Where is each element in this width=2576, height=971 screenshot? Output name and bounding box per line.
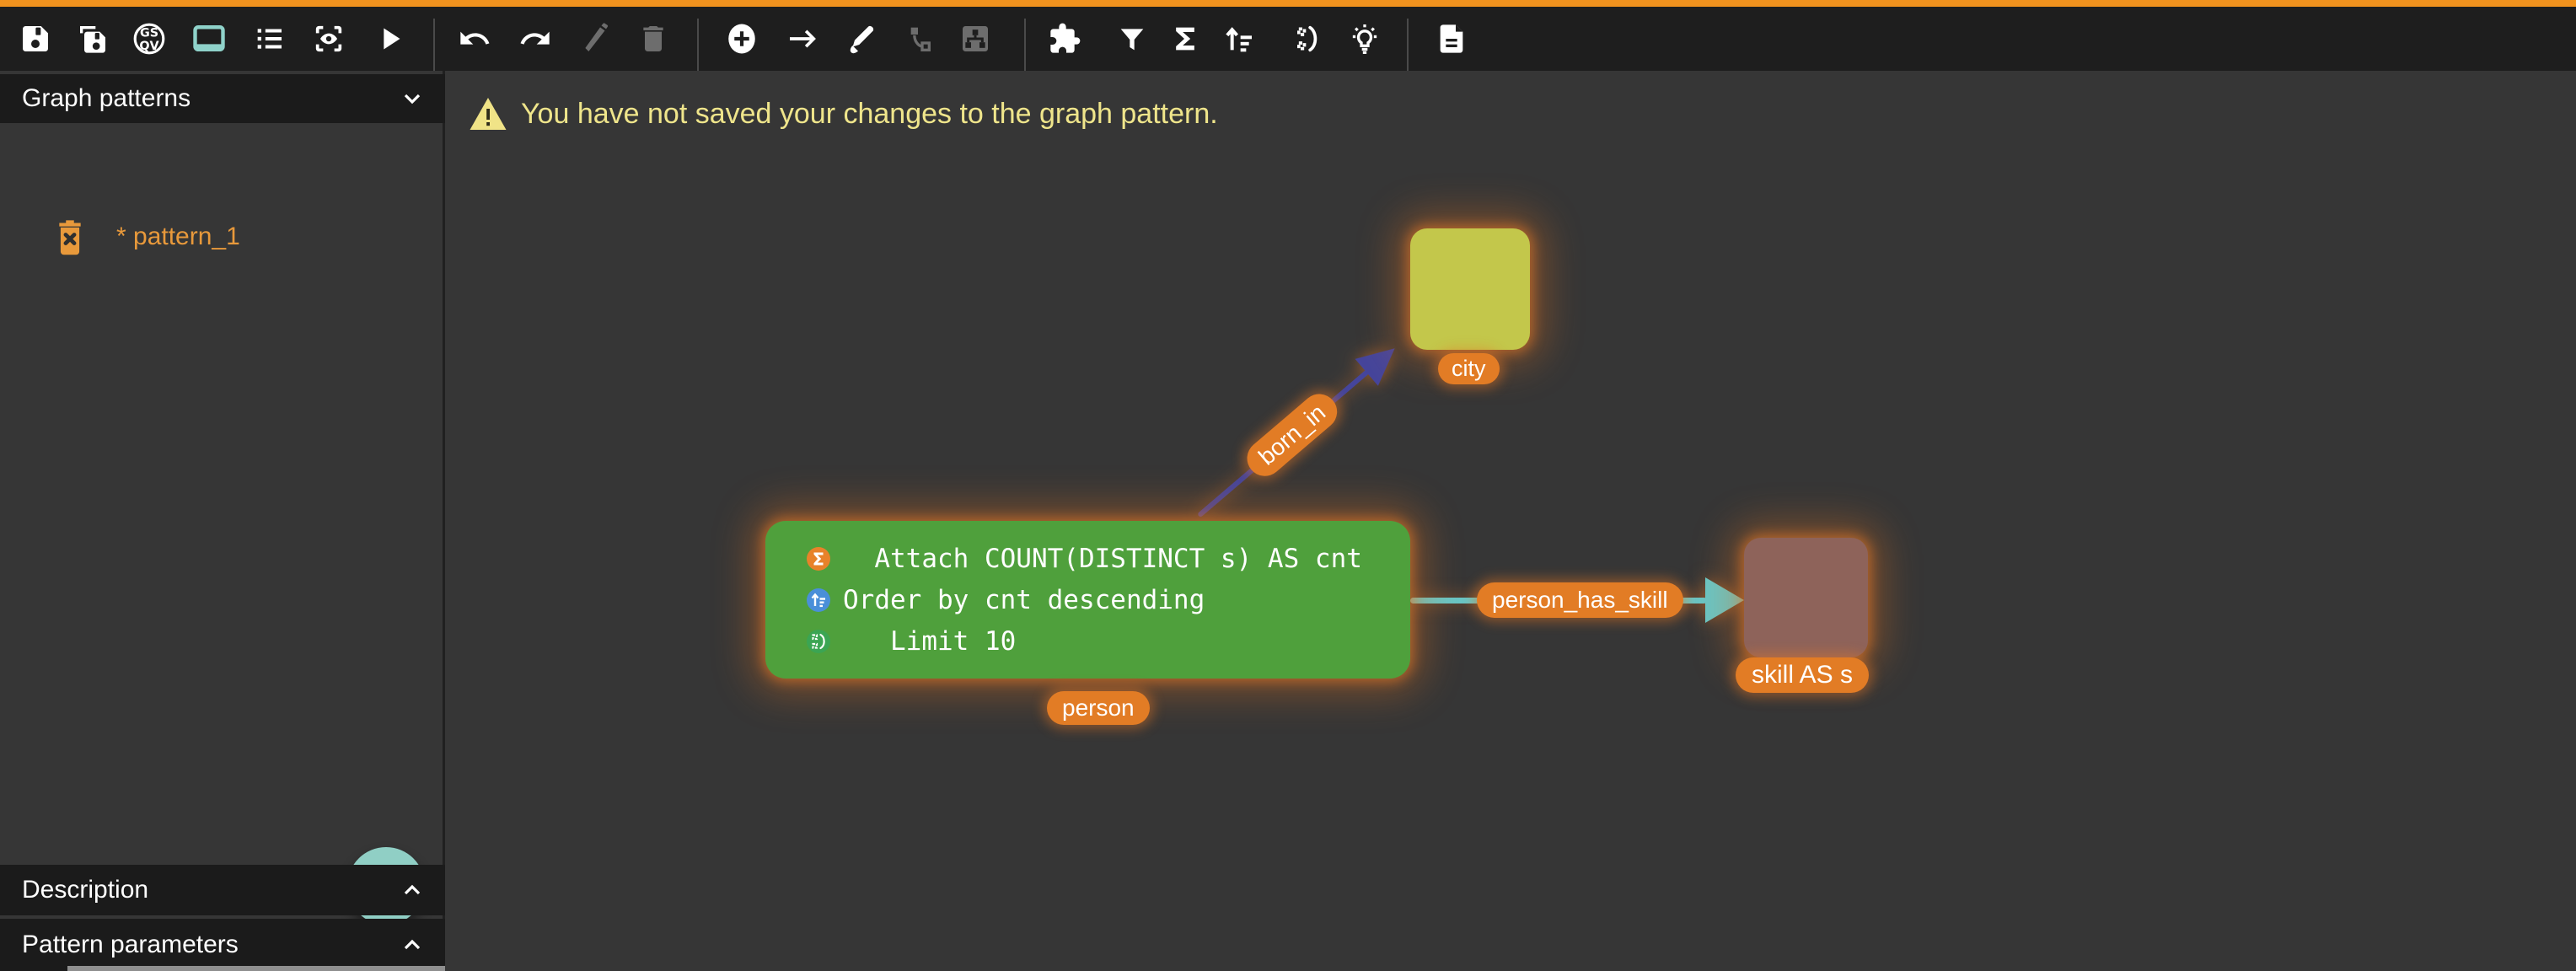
sort-icon (1222, 22, 1256, 56)
plugin-puzzle-icon (1048, 22, 1081, 56)
warning-icon (469, 96, 507, 131)
chevron-up-icon (400, 879, 425, 901)
edge-arrowhead (1705, 577, 1744, 623)
undo-button[interactable] (448, 13, 501, 65)
node-person[interactable]: Attach COUNT(DISTINCT s) AS cnt Order by… (765, 521, 1410, 679)
add-edge-button[interactable] (776, 13, 829, 65)
limit-badge-icon (806, 629, 831, 654)
add-edge-icon (786, 22, 819, 56)
edit-icon (578, 22, 612, 56)
aggregate-sigma-button[interactable] (1159, 13, 1211, 65)
save-all-button[interactable] (67, 13, 119, 65)
node-skill[interactable] (1744, 538, 1868, 657)
undo-icon (458, 22, 491, 56)
svg-text:GS: GS (140, 27, 158, 40)
document-icon (1435, 22, 1468, 56)
limit-transform-button[interactable] (1280, 13, 1333, 65)
gv-logo-button[interactable]: GSQV (123, 13, 175, 65)
layout-tree-button[interactable] (949, 13, 1001, 65)
layout-tree-icon (958, 22, 992, 56)
chevron-up-icon (400, 934, 425, 956)
bezier-edge-icon (901, 22, 935, 56)
run-icon (373, 22, 406, 56)
node-rule-text: Attach COUNT(DISTINCT s) AS cnt (843, 544, 1362, 574)
run-button[interactable] (363, 13, 416, 65)
graph-canvas[interactable]: You have not saved your changes to the g… (448, 71, 2576, 971)
edge-label-person-has-skill[interactable]: person_has_skill (1477, 582, 1683, 618)
toolbar-divider (433, 19, 435, 71)
screen-view-button[interactable] (183, 13, 235, 65)
sort-badge-icon (806, 587, 831, 613)
node-label-text: city (1452, 356, 1486, 382)
gv-logo-icon: GSQV (131, 21, 167, 56)
svg-text:QV: QV (139, 40, 159, 53)
chevron-down-icon (400, 88, 425, 110)
ink-pen-button[interactable] (835, 13, 887, 65)
description-title: Description (22, 876, 148, 904)
node-rule-text: Order by cnt descending (843, 585, 1205, 615)
toolbar-divider (1407, 19, 1409, 71)
delete-icon (636, 22, 670, 56)
redo-button[interactable] (509, 13, 561, 65)
idea-bulb-icon (1348, 22, 1382, 56)
top-accent-bar (0, 0, 2576, 7)
pattern-parameters-title: Pattern parameters (22, 931, 239, 959)
redo-icon (518, 22, 552, 56)
filter-button[interactable] (1106, 13, 1158, 65)
bezier-edge-button[interactable] (892, 13, 944, 65)
node-rule-text: Limit 10 (843, 626, 1016, 657)
add-node-icon (724, 20, 759, 57)
list-view-button[interactable] (243, 13, 295, 65)
list-view-icon (252, 22, 286, 56)
edge-label-text: born_in (1253, 400, 1331, 471)
description-header[interactable]: Description (0, 865, 445, 915)
aggregate-sigma-badge-icon (806, 546, 831, 571)
unsaved-warning: You have not saved your changes to the g… (469, 96, 1218, 131)
pattern-parameters-header[interactable]: Pattern parameters (0, 919, 445, 971)
idea-bulb-button[interactable] (1339, 13, 1391, 65)
node-rule-row: Order by cnt descending (806, 583, 1410, 617)
save-button[interactable] (9, 13, 62, 65)
add-node-button[interactable] (716, 13, 768, 65)
graph-patterns-header[interactable]: Graph patterns (0, 74, 445, 123)
screen-view-icon (191, 20, 228, 57)
node-city[interactable] (1410, 228, 1530, 350)
panel-resize-strip[interactable] (67, 966, 445, 971)
node-rule-row: Attach COUNT(DISTINCT s) AS cnt (806, 542, 1410, 576)
aggregate-sigma-icon (1168, 22, 1202, 56)
limit-transform-icon (1290, 22, 1323, 56)
node-rule-row: Limit 10 (806, 625, 1410, 658)
node-label-text: person (1062, 695, 1135, 722)
document-button[interactable] (1425, 13, 1478, 65)
left-sidebar: Graph patterns * pattern_1 Description P… (0, 71, 445, 971)
graph-patterns-title: Graph patterns (22, 84, 191, 113)
pattern-item-label: * pattern_1 (116, 223, 240, 251)
save-all-icon (76, 22, 110, 56)
edge-label-born-in[interactable]: born_in (1240, 387, 1344, 484)
save-icon (19, 22, 52, 56)
filter-icon (1115, 22, 1149, 56)
node-label-city[interactable]: city (1438, 353, 1500, 384)
node-label-skill[interactable]: skill AS s (1736, 657, 1869, 693)
delete-pattern-icon[interactable] (54, 217, 86, 257)
ink-pen-icon (844, 22, 877, 56)
edge-label-text: person_has_skill (1492, 587, 1668, 614)
focus-preview-button[interactable] (303, 13, 355, 65)
node-label-person[interactable]: person (1047, 691, 1150, 725)
toolbar-divider (697, 19, 699, 71)
toolbar-divider (1024, 19, 1026, 71)
sidebar-item-pattern-1[interactable]: * pattern_1 (0, 209, 445, 265)
node-label-text: skill AS s (1752, 661, 1853, 689)
plugin-puzzle-button[interactable] (1038, 13, 1091, 65)
unsaved-warning-text: You have not saved your changes to the g… (521, 98, 1218, 131)
edit-button[interactable] (569, 13, 621, 65)
main-toolbar: GSQV (0, 7, 2576, 71)
focus-preview-icon (312, 22, 346, 56)
sort-button[interactable] (1213, 13, 1265, 65)
delete-button[interactable] (627, 13, 679, 65)
